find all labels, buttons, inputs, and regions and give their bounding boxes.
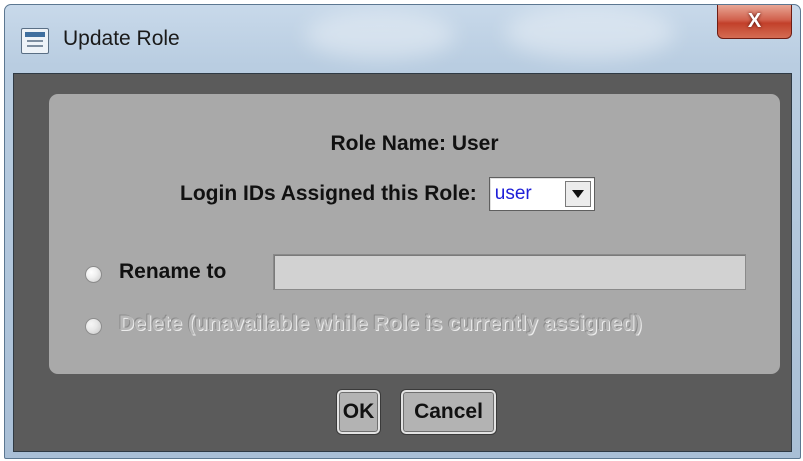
close-button[interactable]: X <box>717 5 792 39</box>
glass-reflection <box>305 10 455 60</box>
role-name-label: Role Name: User <box>330 132 499 155</box>
window-title: Update Role <box>63 27 180 50</box>
login-ids-select[interactable]: user <box>488 177 595 211</box>
rename-radio[interactable] <box>85 266 102 283</box>
dialog-client-area: Role Name: User Login IDs Assigned this … <box>13 73 792 452</box>
login-ids-row: Login IDs Assigned this Role: user <box>180 176 595 212</box>
login-ids-selected-value: user <box>494 183 532 204</box>
chevron-down-icon <box>571 190 584 198</box>
glass-reflection <box>505 5 675 60</box>
close-icon: X <box>747 10 762 32</box>
update-role-window: Update Role X Role Name: User Login IDs … <box>4 4 801 459</box>
delete-radio <box>85 318 102 335</box>
cancel-button[interactable]: Cancel <box>401 390 496 434</box>
role-options-panel: Role Name: User Login IDs Assigned this … <box>49 94 780 374</box>
ok-button[interactable]: OK <box>337 390 380 434</box>
rename-input[interactable] <box>273 254 746 290</box>
title-bar[interactable]: Update Role X <box>5 5 800 73</box>
delete-label: Delete (unavailable while Role is curren… <box>119 312 642 335</box>
rename-label[interactable]: Rename to <box>119 260 226 284</box>
window-app-icon <box>21 28 49 54</box>
login-ids-label: Login IDs Assigned this Role: <box>180 182 477 205</box>
dropdown-arrow-button[interactable] <box>564 181 591 207</box>
